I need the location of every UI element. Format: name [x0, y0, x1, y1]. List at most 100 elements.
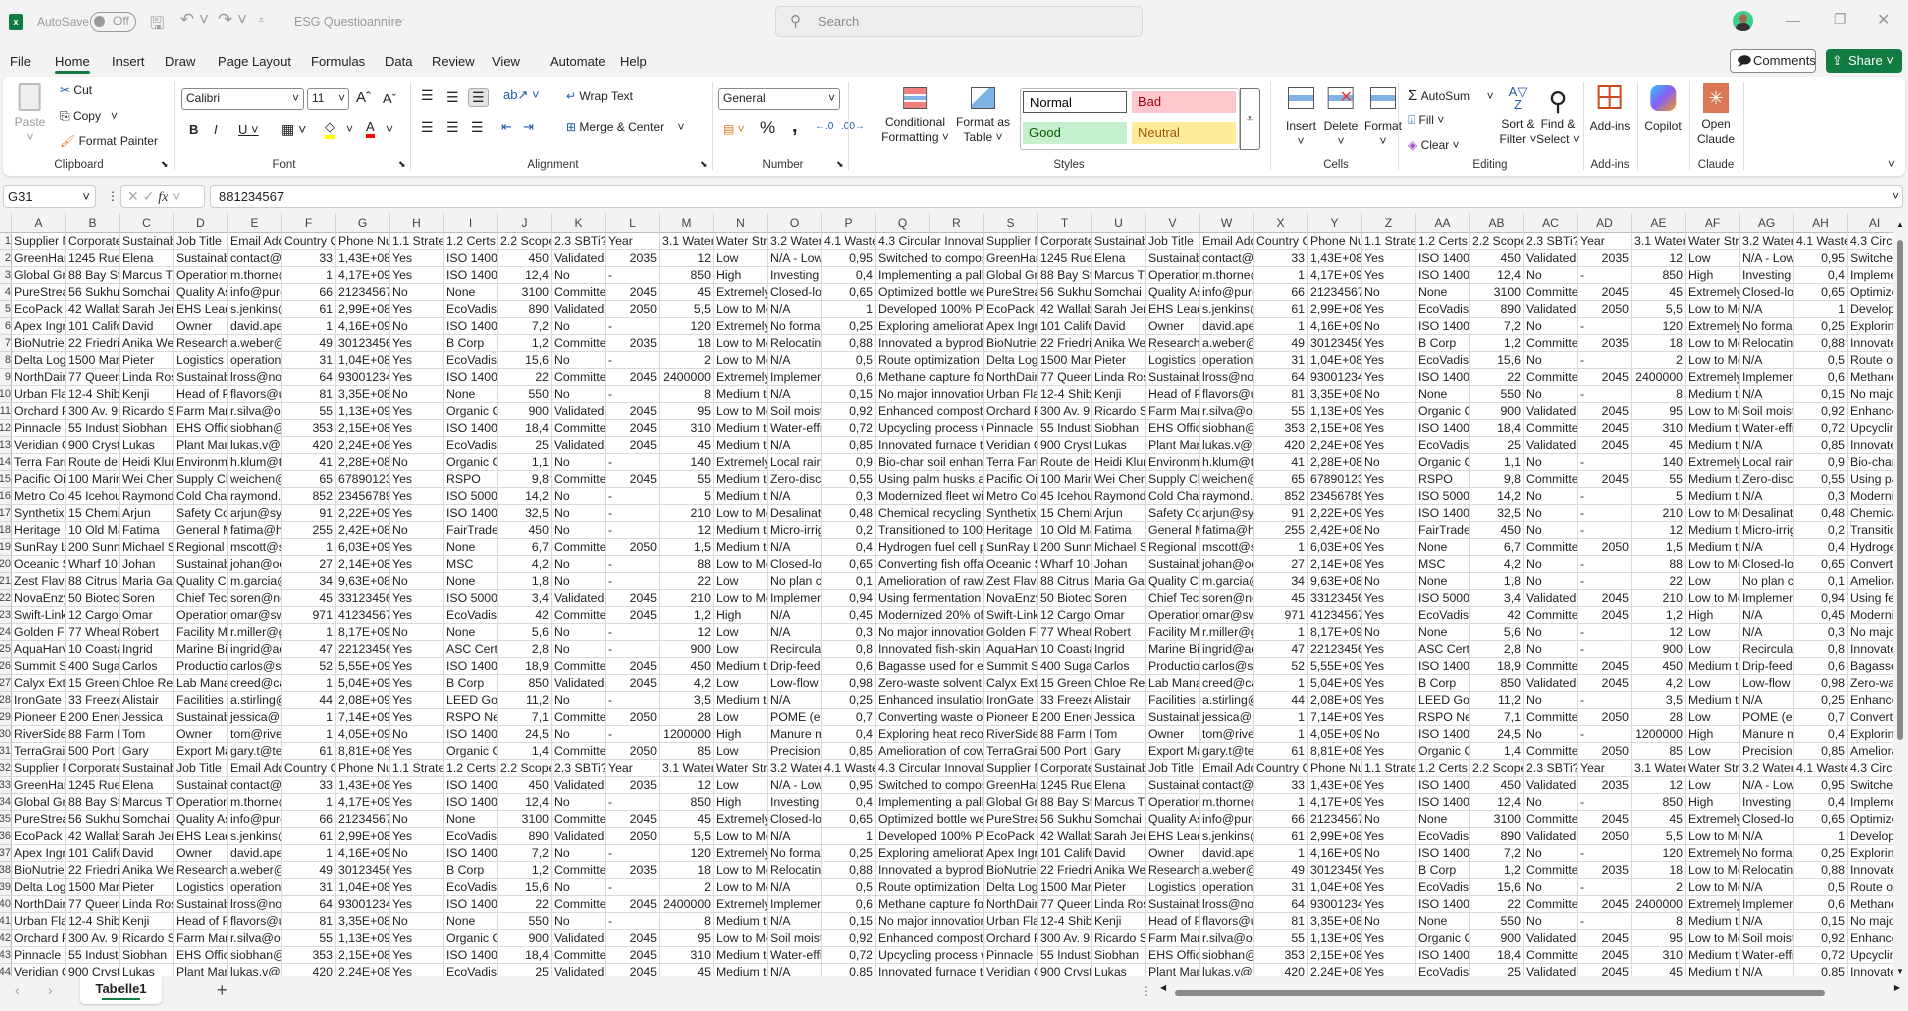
- header-cell[interactable]: 3.1 Water: [1632, 233, 1686, 250]
- cell[interactable]: Using fermentation byproducts: [1848, 590, 1893, 607]
- cell[interactable]: LEED Gold: [1416, 692, 1470, 709]
- cell[interactable]: Yes: [390, 777, 444, 794]
- cell[interactable]: David: [1092, 318, 1146, 335]
- cell[interactable]: 15,6: [498, 352, 552, 369]
- cell[interactable]: operations@delta.nl: [1200, 879, 1254, 896]
- cell[interactable]: 255: [1254, 522, 1308, 539]
- cell[interactable]: TerraGrain: [12, 743, 66, 760]
- cell[interactable]: 14,2: [498, 488, 552, 505]
- cell[interactable]: FairTrade: [444, 522, 498, 539]
- cell[interactable]: 41: [282, 454, 336, 471]
- header-cell[interactable]: 2.2 Scope: [1470, 760, 1524, 777]
- cell[interactable]: No major innovation: [876, 386, 984, 403]
- cell[interactable]: 88 Citrus Grove: [1038, 573, 1092, 590]
- cell[interactable]: 0,95: [822, 250, 876, 267]
- row-header[interactable]: 33: [0, 777, 12, 794]
- cell[interactable]: Yes: [1362, 488, 1416, 505]
- cell[interactable]: siobhan@pinnacle.ie: [228, 420, 282, 437]
- header-cell[interactable]: 3.2 Water: [1740, 233, 1794, 250]
- cell[interactable]: 55 Industrial Park: [1038, 947, 1092, 964]
- cell[interactable]: Validated: [552, 437, 606, 454]
- cell[interactable]: 1,8: [498, 573, 552, 590]
- cell[interactable]: 22 Friedrichstr.: [1038, 862, 1092, 879]
- cell[interactable]: info@purestream.th: [1200, 284, 1254, 301]
- cell[interactable]: ISO 14001: [1416, 267, 1470, 284]
- cell[interactable]: AquaHarvest: [984, 641, 1038, 658]
- cell[interactable]: 22123456: [336, 641, 390, 658]
- cell[interactable]: Implementing a pallet return scheme: [1848, 794, 1893, 811]
- cell[interactable]: 420: [282, 964, 336, 976]
- cell[interactable]: Yes: [1362, 879, 1416, 896]
- cell[interactable]: -: [1578, 913, 1632, 930]
- cell[interactable]: -: [1578, 692, 1632, 709]
- cell[interactable]: tom@riverside.com: [1200, 726, 1254, 743]
- tab-view[interactable]: View: [492, 54, 520, 69]
- cell[interactable]: Farm Manager: [1146, 930, 1200, 947]
- cell[interactable]: Yes: [1362, 794, 1416, 811]
- cell[interactable]: 6,03E+09: [336, 539, 390, 556]
- cell[interactable]: h.klum@terra.ch: [1200, 454, 1254, 471]
- share-button[interactable]: ⇪ Share ˅: [1826, 49, 1902, 73]
- redo-icon[interactable]: ↷ ˅: [218, 10, 247, 30]
- cell[interactable]: Yes: [390, 590, 444, 607]
- cell[interactable]: Plant Manager: [174, 437, 228, 454]
- header-cell[interactable]: 4.3 Circular Innovation: [1848, 233, 1893, 250]
- cell[interactable]: Linda Ross: [1092, 369, 1146, 386]
- cell[interactable]: No: [1524, 488, 1578, 505]
- cell[interactable]: ISO 14001: [1416, 420, 1470, 437]
- cell[interactable]: Ingrid: [1092, 641, 1146, 658]
- cell[interactable]: 66: [1254, 811, 1308, 828]
- cell[interactable]: High: [714, 794, 768, 811]
- cell[interactable]: Zero-waste solvent recovery: [1848, 675, 1893, 692]
- cell[interactable]: Yes: [390, 862, 444, 879]
- cell[interactable]: Route optimization software: [876, 879, 984, 896]
- cell[interactable]: -: [606, 522, 660, 539]
- cell[interactable]: 200 Sunny Ave: [1038, 539, 1092, 556]
- cell[interactable]: siobhan@pinnacle.ie: [228, 947, 282, 964]
- cell[interactable]: 101 California St: [1038, 318, 1092, 335]
- cell[interactable]: ISO 14001: [444, 794, 498, 811]
- cell[interactable]: No major innovation: [1848, 913, 1893, 930]
- cell[interactable]: 0,6: [822, 896, 876, 913]
- cell[interactable]: Robert: [120, 624, 174, 641]
- cell[interactable]: Logistics Manager: [1146, 879, 1200, 896]
- cell[interactable]: Relocating: [768, 335, 822, 352]
- cell[interactable]: No: [552, 522, 606, 539]
- cell[interactable]: No: [1524, 573, 1578, 590]
- user-avatar[interactable]: [1733, 11, 1753, 31]
- cell[interactable]: Somchai: [120, 284, 174, 301]
- cell[interactable]: 0,95: [1794, 777, 1848, 794]
- cell[interactable]: 42 Wallaby Way: [66, 301, 120, 318]
- cell[interactable]: 2045: [606, 590, 660, 607]
- cell[interactable]: 1,13E+09: [1308, 403, 1362, 420]
- row-header[interactable]: 14: [0, 454, 12, 471]
- cell[interactable]: NorthDairy Co: [12, 369, 66, 386]
- cell[interactable]: B Corp: [1416, 862, 1470, 879]
- cell[interactable]: 1245 Rue de Lyon: [1038, 777, 1092, 794]
- cell[interactable]: 33123456: [1308, 590, 1362, 607]
- cell[interactable]: flavors@urban.jp: [1200, 913, 1254, 930]
- cell[interactable]: Head of Product: [1146, 913, 1200, 930]
- cell[interactable]: Yes: [390, 488, 444, 505]
- cell[interactable]: Extremely High: [1686, 845, 1740, 862]
- cell[interactable]: 1,5: [1632, 539, 1686, 556]
- cell[interactable]: Transitioned to 100% recycled: [1848, 522, 1893, 539]
- cell[interactable]: Desalination: [1740, 505, 1794, 522]
- cell[interactable]: Developed 100% PCR packaging: [1848, 828, 1893, 845]
- cell[interactable]: 4,05E+09: [1308, 726, 1362, 743]
- cell[interactable]: 0,5: [1794, 352, 1848, 369]
- enter-icon[interactable]: ✓: [143, 188, 155, 204]
- cell[interactable]: Low to Medium: [1686, 930, 1740, 947]
- cell[interactable]: EHS Lead: [1146, 301, 1200, 318]
- cell[interactable]: Urban Flavors: [12, 913, 66, 930]
- cell[interactable]: 210: [1632, 505, 1686, 522]
- cell[interactable]: -: [606, 726, 660, 743]
- cell[interactable]: Medium to High: [1686, 386, 1740, 403]
- cell[interactable]: Enhanced composting: [1848, 930, 1893, 947]
- cell[interactable]: Sarah Jenkins: [1092, 828, 1146, 845]
- cell[interactable]: 3,5: [660, 692, 714, 709]
- styles-more-button[interactable]: ⩡: [1240, 88, 1260, 150]
- cell[interactable]: 900 Crystal Way: [1038, 964, 1092, 976]
- cell[interactable]: Amelioration of raw material: [1848, 573, 1893, 590]
- cell[interactable]: 1500 Marina Dr: [66, 352, 120, 369]
